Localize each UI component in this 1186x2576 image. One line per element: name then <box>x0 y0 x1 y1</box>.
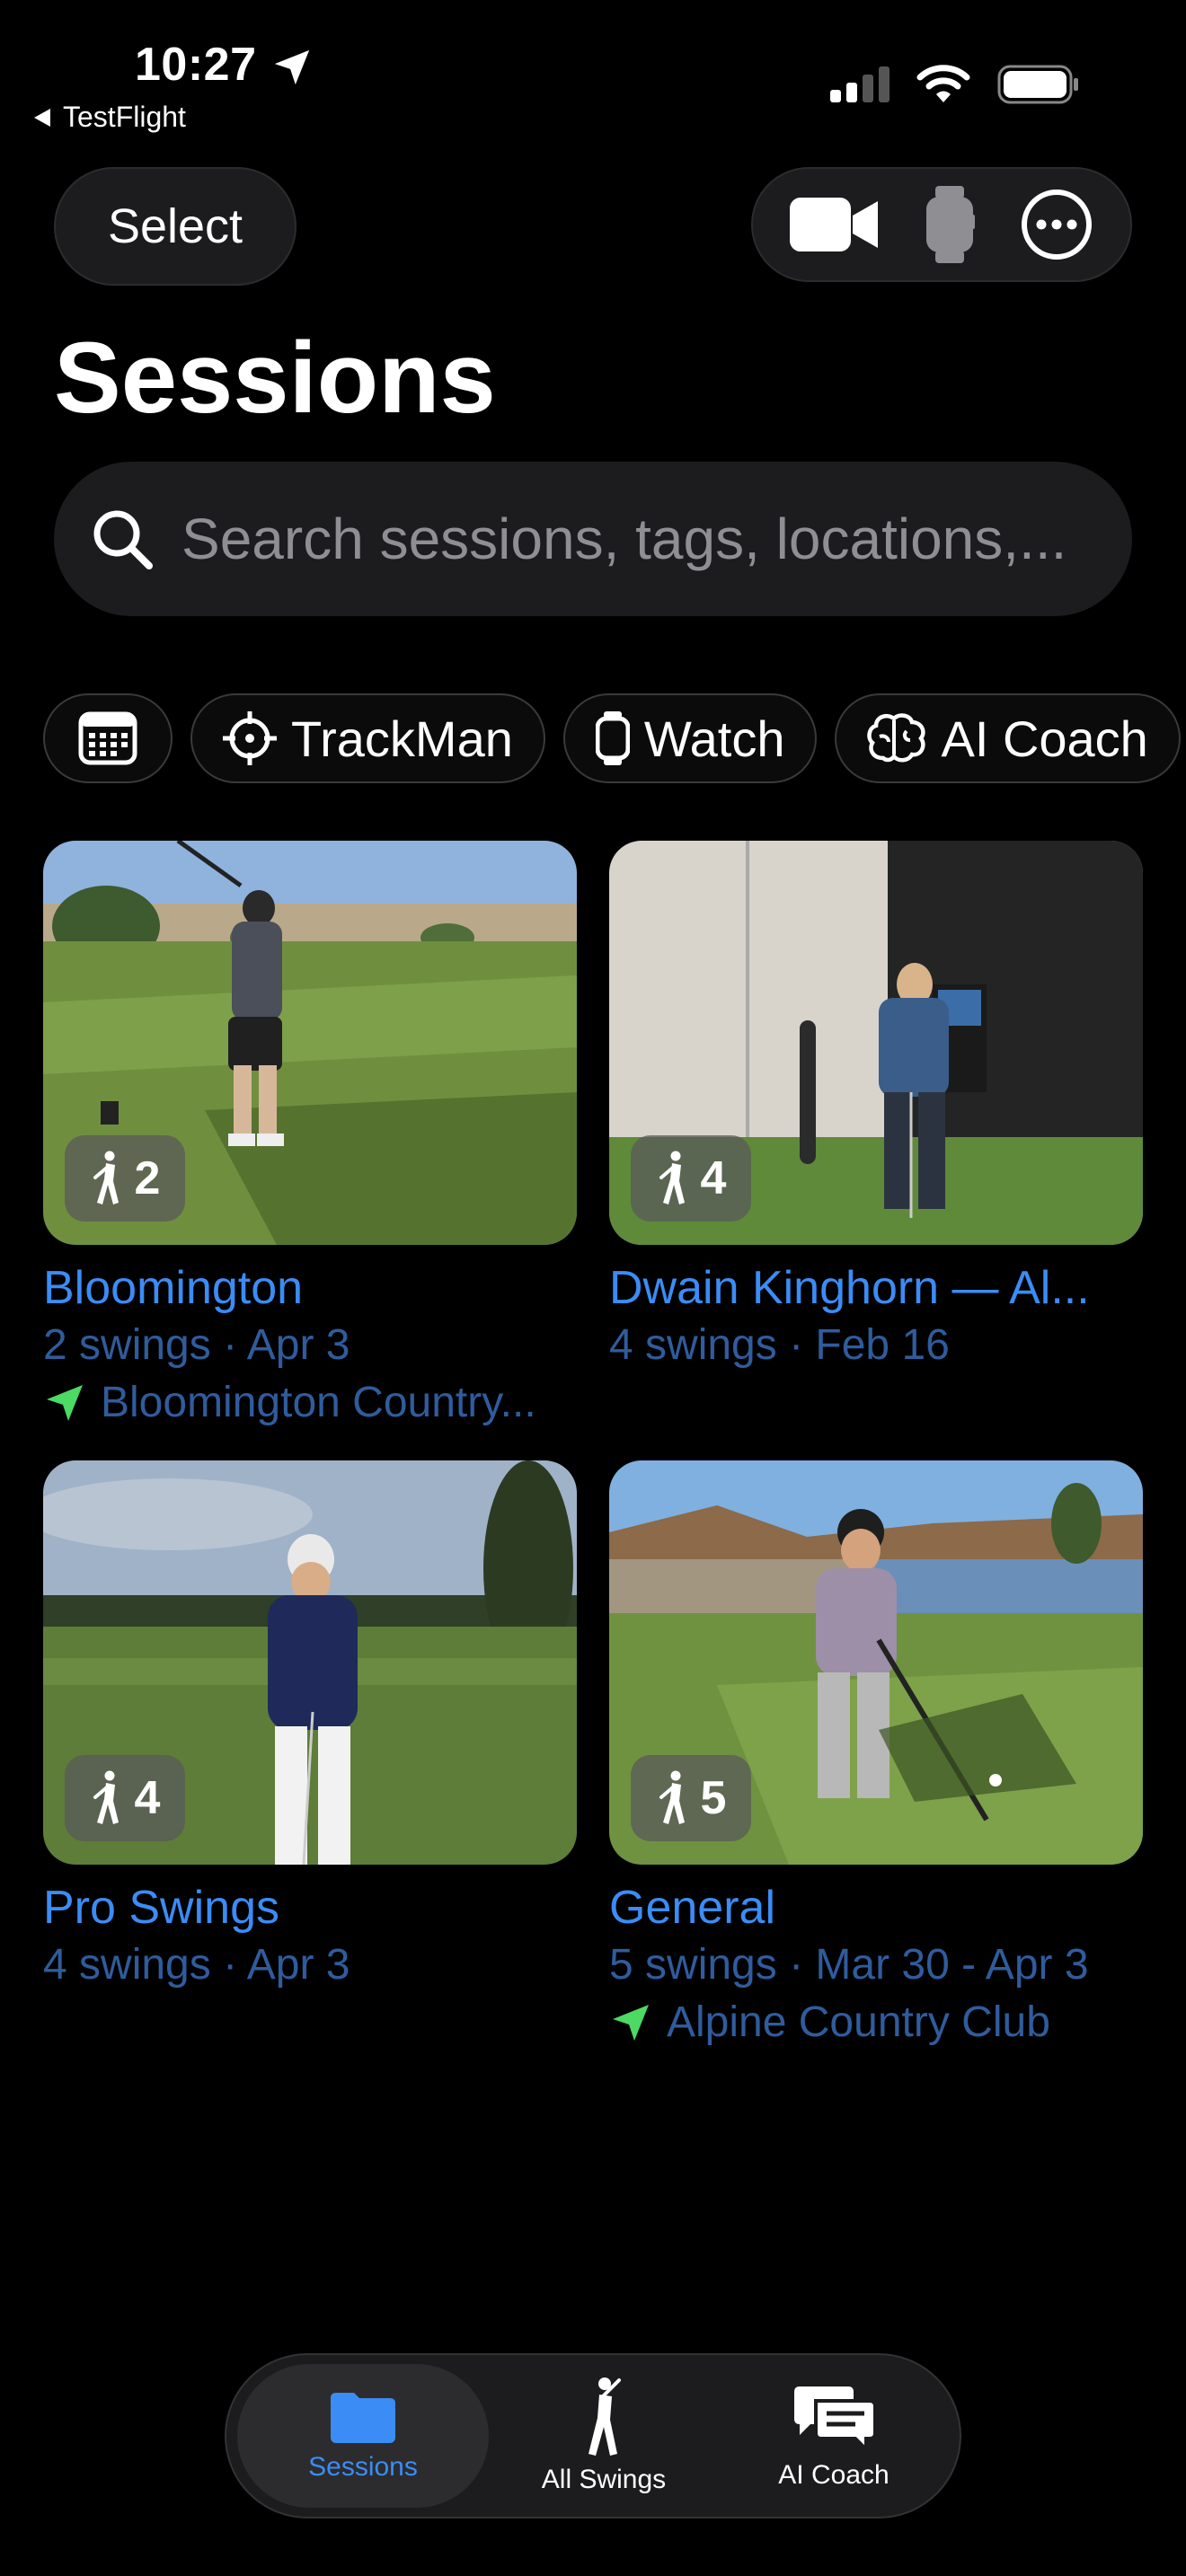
session-location: Bloomington Country... <box>43 1374 577 1432</box>
status-icons <box>830 65 1080 104</box>
session-title: General <box>609 1882 775 1934</box>
filter-chips: TrackMan Watch AI Coach <box>43 693 1181 783</box>
back-to-testflight[interactable]: TestFlight <box>32 101 186 134</box>
location-arrow-icon <box>47 1385 83 1421</box>
back-app-label: TestFlight <box>63 101 186 133</box>
filter-trackman-chip[interactable]: TrackMan <box>190 693 545 783</box>
session-title: Bloomington <box>43 1262 304 1314</box>
search-bar[interactable] <box>54 462 1132 616</box>
folder-icon <box>331 2393 395 2443</box>
golfer-icon <box>659 1770 685 1824</box>
location-arrow-icon <box>613 2005 649 2041</box>
select-button[interactable]: Select <box>54 167 296 286</box>
tab-bar: Sessions All Swings AI Coach <box>225 2353 961 2519</box>
golfer-icon <box>93 1770 119 1824</box>
session-thumbnail: 5 <box>609 1460 1143 1865</box>
tab-all-swings-label: All Swings <box>541 2465 667 2494</box>
session-thumbnail: 4 <box>609 841 1143 1245</box>
filter-watch-label: Watch <box>643 710 785 767</box>
watch-icon <box>595 711 630 765</box>
session-thumbnail: 2 <box>43 841 577 1245</box>
golfer-swing-icon <box>589 2378 621 2456</box>
filter-ai-coach-chip[interactable]: AI Coach <box>835 693 1181 783</box>
crosshair-icon <box>223 711 277 765</box>
tab-sessions-label: Sessions <box>308 2452 418 2482</box>
filter-ai-coach-label: AI Coach <box>941 710 1148 767</box>
status-time: 10:27 <box>135 39 257 91</box>
swing-count: 4 <box>700 1152 727 1204</box>
session-details: 2 swings · Apr 3 <box>43 1321 350 1369</box>
session-details: 5 swings · Mar 30 - Apr 3 <box>609 1941 1089 1989</box>
more-options-icon[interactable] <box>1020 188 1093 261</box>
golfer-icon <box>93 1151 119 1204</box>
chat-bubbles-icon <box>794 2386 877 2453</box>
session-card[interactable]: 5 General 5 swings · Mar 30 - Apr 3 Alpi… <box>609 1460 1143 2051</box>
session-details: 4 swings · Apr 3 <box>43 1941 350 1989</box>
session-card[interactable]: 4 Pro Swings 4 swings · Apr 3 <box>43 1460 577 1994</box>
session-location-label: Bloomington Country... <box>101 1379 536 1426</box>
swing-count-badge: 2 <box>65 1135 185 1222</box>
swing-count-badge: 5 <box>631 1755 751 1841</box>
tab-all-swings[interactable]: All Swings <box>489 2364 719 2508</box>
filter-trackman-label: TrackMan <box>291 710 513 767</box>
session-details: 4 swings · Feb 16 <box>609 1321 950 1369</box>
back-triangle-icon <box>34 108 50 127</box>
session-location: Alpine Country Club <box>609 1994 1143 2051</box>
select-label: Select <box>107 199 243 253</box>
swing-count: 2 <box>134 1152 161 1204</box>
search-icon <box>93 510 153 569</box>
wifi-icon <box>916 65 970 102</box>
session-location-label: Alpine Country Club <box>667 1998 1050 2046</box>
session-card[interactable]: 4 Dwain Kinghorn — Al... 4 swings · Feb … <box>609 841 1143 1374</box>
page-title: Sessions <box>54 322 496 434</box>
session-title: Pro Swings <box>43 1882 279 1934</box>
tab-sessions[interactable]: Sessions <box>237 2364 489 2508</box>
calendar-icon <box>78 711 137 765</box>
apple-watch-icon[interactable] <box>925 186 975 263</box>
tab-ai-coach[interactable]: AI Coach <box>719 2364 949 2508</box>
filter-calendar-chip[interactable] <box>43 693 173 783</box>
tab-ai-coach-label: AI Coach <box>778 2460 890 2490</box>
session-thumbnail: 4 <box>43 1460 577 1865</box>
golfer-icon <box>659 1151 685 1204</box>
swing-count: 5 <box>700 1772 727 1824</box>
video-camera-icon[interactable] <box>790 194 880 255</box>
swing-count-badge: 4 <box>65 1755 185 1841</box>
cellular-signal-icon <box>830 66 890 102</box>
brain-icon <box>867 713 926 763</box>
toolbar-group <box>751 167 1132 282</box>
search-input[interactable] <box>180 505 1118 573</box>
session-title: Dwain Kinghorn — Al... <box>609 1262 1090 1314</box>
swing-count: 4 <box>134 1772 161 1824</box>
filter-watch-chip[interactable]: Watch <box>562 693 818 783</box>
session-card[interactable]: 2 Bloomington 2 swings · Apr 3 Bloomingt… <box>43 841 577 1432</box>
battery-icon <box>997 65 1078 104</box>
swing-count-badge: 4 <box>631 1135 751 1222</box>
location-arrow-icon <box>274 49 310 85</box>
